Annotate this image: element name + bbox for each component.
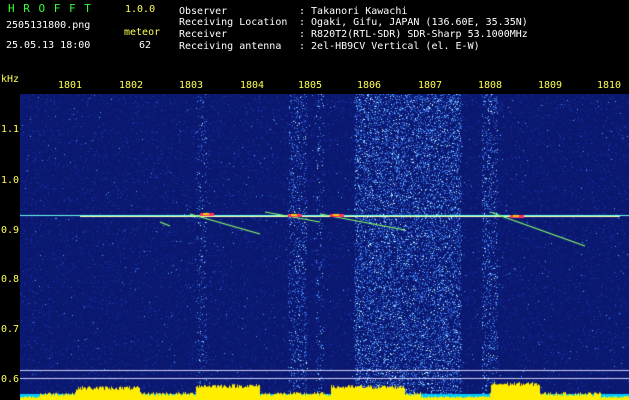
y-tick-label: 1.1 [1, 124, 20, 135]
y-tick-label: 0.7 [1, 324, 20, 335]
mode-label: meteor [124, 27, 161, 38]
receiver-label: Receiver [179, 29, 228, 40]
x-tick-label: 1810 [597, 80, 622, 91]
y-tick-label: 0.9 [1, 225, 20, 236]
x-tick-label: 1802 [119, 80, 144, 91]
x-tick-label: 1808 [478, 80, 503, 91]
x-tick-label: 1807 [418, 80, 443, 91]
y-tick-label: 0.8 [1, 274, 20, 285]
y-tick-label: 1.0 [1, 175, 20, 186]
location-value: : Ogaki, Gifu, JAPAN (136.60E, 35.35N) [299, 17, 528, 28]
x-tick-label: 1803 [179, 80, 204, 91]
x-tick-label: 1809 [538, 80, 563, 91]
x-tick-label: 1805 [298, 80, 323, 91]
app-name: H R O F F T [8, 2, 92, 15]
spectrogram [20, 94, 629, 400]
meteor-count: 62 [139, 40, 152, 51]
y-axis-unit: kHz [1, 74, 20, 85]
observer-label: Observer [179, 6, 228, 17]
x-tick-label: 1804 [240, 80, 265, 91]
datetime-label: 25.05.13 18:00 [6, 40, 91, 51]
app-version: 1.0.0 [125, 4, 156, 15]
observer-value: : Takanori Kawachi [299, 6, 408, 17]
filename-label: 2505131800.png [6, 20, 91, 31]
location-label: Receiving Location [179, 17, 288, 28]
y-tick-label: 0.6 [1, 374, 20, 385]
receiver-value: : R820T2(RTL-SDR) SDR-Sharp 53.1000MHz [299, 29, 528, 40]
antenna-value: : 2el-HB9CV Vertical (el. E-W) [299, 41, 480, 52]
antenna-label: Receiving antenna [179, 41, 282, 52]
x-tick-label: 1801 [58, 80, 83, 91]
x-tick-label: 1806 [357, 80, 382, 91]
